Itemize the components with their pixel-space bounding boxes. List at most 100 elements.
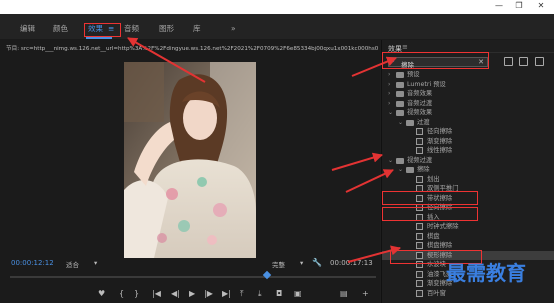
transition-effect-icon	[416, 175, 423, 183]
tab-graphics[interactable]: 图形	[159, 22, 174, 36]
effects-tree-folder[interactable]: › 预设	[382, 70, 554, 79]
chevron-down-icon: ▾	[300, 259, 304, 267]
effects-tree-label: 棋盘擦除	[427, 242, 453, 249]
folder-icon	[396, 91, 404, 97]
chevron-down-icon: ▾	[94, 259, 98, 267]
accelerated-effects-icon[interactable]	[519, 57, 528, 66]
effects-tree-label: 视频过渡	[407, 156, 433, 164]
play-icon[interactable]: ▶	[189, 289, 195, 298]
current-timecode[interactable]: 00:00:12:12	[11, 259, 54, 267]
folder-icon	[396, 72, 404, 78]
go-to-out-icon[interactable]: ▶|	[222, 289, 231, 298]
chevron-down-icon[interactable]: ⌄	[388, 156, 393, 165]
video-transitions-highlight	[382, 191, 478, 205]
chevron-down-icon[interactable]: ⌄	[398, 165, 403, 174]
effects-tab-highlight	[84, 23, 121, 37]
chevron-down-icon[interactable]: ⌄	[388, 108, 393, 117]
more-workspaces-icon[interactable]: »	[231, 22, 236, 36]
effects-tree-item[interactable]: 棋盘	[382, 232, 554, 241]
folder-icon	[406, 119, 414, 126]
transition-effect-icon	[416, 232, 423, 240]
transition-effect-icon	[416, 280, 423, 287]
effects-tree-item[interactable]: 棋盘擦除	[382, 241, 554, 250]
transition-effect-icon	[416, 270, 423, 278]
transition-effect-icon	[416, 147, 423, 154]
zoom-level-select[interactable]: 适合 ▾	[66, 259, 104, 269]
folder-icon	[396, 81, 404, 88]
effects-tree-label: 音频效果	[407, 90, 433, 97]
effects-tree-folder[interactable]: › 音频过渡	[382, 99, 554, 108]
folder-icon	[396, 110, 404, 116]
chevron-right-icon[interactable]: ›	[388, 89, 390, 98]
effects-tree-folder[interactable]: › 音频效果	[382, 89, 554, 98]
effects-tree-label: 棋盘	[427, 232, 440, 240]
transition-effect-icon	[416, 128, 423, 135]
minimize-icon[interactable]: —	[490, 0, 508, 12]
effects-tree-item[interactable]: 渐变擦除	[382, 137, 554, 146]
chevron-right-icon[interactable]: ›	[388, 80, 390, 89]
playback-resolution-select[interactable]: 完整 ▾	[272, 259, 310, 269]
yuv-effects-icon[interactable]	[535, 57, 544, 66]
zoom-level-value: 适合	[66, 261, 79, 269]
effects-tree-label: 径向擦除	[427, 128, 453, 135]
chevron-down-icon[interactable]: ⌄	[398, 118, 403, 127]
settings-icon[interactable]: ▤	[340, 289, 348, 298]
program-monitor-title: 节目: src=http___nimg.ws.126.net__url=http…	[6, 46, 378, 52]
effects-tree-folder[interactable]: ⌄ 视频效果	[382, 108, 554, 117]
playback-scrubber[interactable]	[10, 276, 376, 278]
step-forward-icon[interactable]: |▶	[204, 289, 213, 298]
add-icon[interactable]: +	[362, 289, 369, 298]
transition-effect-icon	[416, 223, 423, 230]
watermark-logo: 最需教育	[446, 261, 526, 285]
effects-tree-label: 划出	[427, 175, 440, 183]
marker-icon[interactable]: ♥	[98, 289, 105, 298]
tab-color[interactable]: 颜色	[53, 22, 68, 36]
in-point-icon[interactable]: {	[119, 289, 124, 298]
chevron-right-icon[interactable]: ›	[388, 70, 390, 79]
folder-icon	[396, 157, 404, 164]
panel-menu-icon[interactable]: ≡	[402, 43, 408, 51]
effects-tree-item[interactable]: 百叶窗	[382, 289, 554, 298]
effects-tree-label: 百叶窗	[427, 289, 446, 297]
effects-tree-label: 过渡	[417, 118, 430, 126]
effects-tree-label: Lumetri 预设	[407, 80, 446, 88]
effects-tree-label: 视频效果	[407, 109, 433, 116]
out-point-icon[interactable]: }	[134, 289, 139, 298]
effects-tree-folder[interactable]: ⌄ 过渡	[382, 118, 554, 127]
effects-tree-label: 时钟式擦除	[427, 223, 459, 230]
transition-effect-icon	[416, 289, 423, 297]
effects-tree-folder[interactable]: ⌄ 视频过渡	[382, 156, 554, 165]
wrench-icon[interactable]: 🔧	[312, 258, 322, 267]
export-frame-icon[interactable]: ◘	[276, 289, 282, 298]
new-custom-bin-icon[interactable]	[504, 57, 513, 66]
folder-icon	[396, 100, 404, 107]
window-titlebar: — ❐ ✕	[0, 0, 554, 14]
compare-icon[interactable]: ▣	[294, 289, 302, 298]
tab-audio[interactable]: 音频	[124, 22, 139, 36]
transition-effect-icon	[416, 137, 423, 145]
effects-tree-item[interactable]: 划出	[382, 175, 554, 184]
effects-tree-label: 音频过渡	[407, 99, 433, 107]
extract-icon[interactable]: ⤓	[258, 289, 262, 299]
playback-resolution-value: 完整	[272, 261, 285, 269]
step-back-icon[interactable]: ◀|	[171, 289, 180, 298]
effects-tree-item[interactable]: 时钟式擦除	[382, 222, 554, 231]
video-preview-image	[124, 62, 256, 258]
wipe-folder-highlight	[382, 207, 478, 221]
tab-libraries[interactable]: 库	[193, 22, 201, 36]
transition-effect-icon	[416, 242, 423, 249]
effects-tree-item[interactable]: 线性擦除	[382, 146, 554, 155]
tab-editing[interactable]: 编辑	[20, 22, 35, 36]
program-monitor: 节目: src=http___nimg.ws.126.net__url=http…	[0, 40, 380, 303]
close-icon[interactable]: ✕	[532, 0, 550, 12]
go-to-in-icon[interactable]: |◀	[152, 289, 161, 298]
effects-tree-item[interactable]: 径向擦除	[382, 127, 554, 136]
effects-tree-folder[interactable]: › Lumetri 预设	[382, 80, 554, 89]
effects-tree-folder[interactable]: ⌄ 擦除	[382, 165, 554, 174]
maximize-icon[interactable]: ❐	[510, 0, 528, 12]
effects-tree-label: 渐变擦除	[427, 137, 453, 145]
transport-controls: ♥ { } |◀ ◀| ▶ |▶ ▶| ⤒ ⤓ ◘ ▣ ▤ +	[96, 289, 376, 301]
chevron-right-icon[interactable]: ›	[388, 99, 390, 108]
lift-icon[interactable]: ⤒	[240, 289, 244, 299]
effects-tree-label: 预设	[407, 71, 420, 78]
